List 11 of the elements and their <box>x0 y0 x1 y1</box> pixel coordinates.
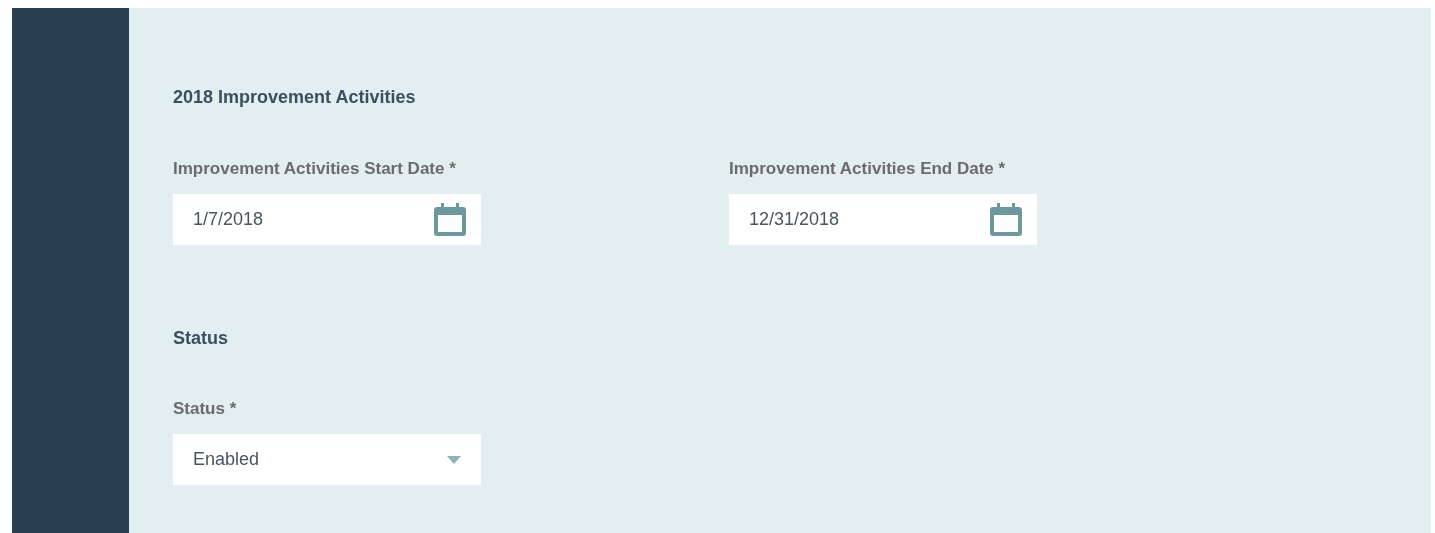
calendar-icon[interactable] <box>433 202 467 237</box>
field-label: Improvement Activities Start Date * <box>173 158 457 180</box>
date-field[interactable]: 12/31/2018 <box>729 194 1037 245</box>
calendar-icon[interactable] <box>989 202 1023 237</box>
section-heading: Status <box>173 327 229 349</box>
status-dropdown[interactable]: Enabled <box>173 434 481 485</box>
section-heading: 2018 Improvement Activities <box>173 86 417 108</box>
date-field[interactable]: 1/7/2018 <box>173 194 481 245</box>
field-label: Improvement Activities End Date * <box>729 158 1007 180</box>
caret-icon <box>447 455 461 464</box>
field-label: Status * <box>173 398 238 420</box>
